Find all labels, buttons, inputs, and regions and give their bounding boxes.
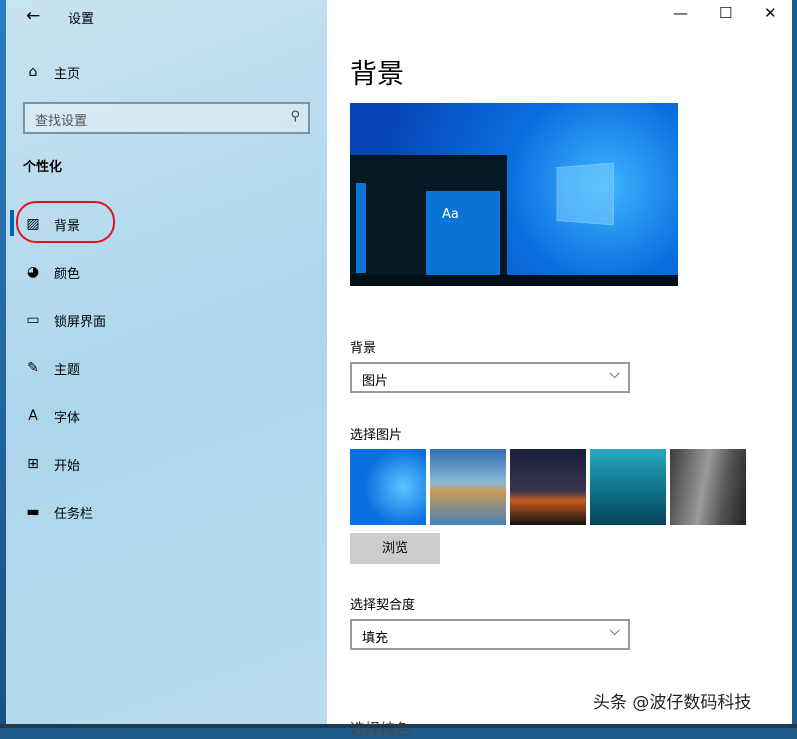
item-label: 背景 bbox=[54, 218, 81, 234]
picture-thumbnail[interactable] bbox=[430, 449, 506, 525]
sidebar-item-fonts[interactable]: A 字体 bbox=[22, 404, 80, 428]
close-button[interactable]: ✕ bbox=[764, 4, 777, 22]
item-label: 锁屏界面 bbox=[54, 314, 107, 330]
taskbar-edge bbox=[0, 724, 797, 728]
search-input[interactable]: 查找设置 ⚲ bbox=[23, 102, 310, 134]
fit-dropdown[interactable]: 填充 ⌵ bbox=[350, 619, 630, 650]
picture-icon: ▨ bbox=[26, 216, 40, 232]
picture-thumbnail[interactable] bbox=[510, 449, 586, 525]
sidebar-item-lockscreen[interactable]: ▭ 锁屏界面 bbox=[22, 308, 106, 332]
sidebar-item-background[interactable]: ▨ 背景 bbox=[22, 212, 80, 236]
dropdown-value: 图片 bbox=[362, 374, 389, 389]
page-title: 背景 bbox=[350, 59, 404, 90]
window-title: 设置 bbox=[68, 12, 95, 27]
background-preview: Aa bbox=[350, 103, 678, 286]
picture-thumbnail[interactable] bbox=[350, 449, 426, 525]
content-pane: — ☐ ✕ 背景 Aa 背景 图片 ⌵ 选择图片 浏览 选择契合度 填充 ⌵ 选择纯… bbox=[327, 0, 792, 738]
chevron-down-icon: ⌵ bbox=[609, 623, 620, 639]
dropdown-value: 填充 bbox=[362, 631, 389, 646]
item-label: 主题 bbox=[54, 362, 81, 378]
sidebar-item-home[interactable]: ⌂ 主页 bbox=[22, 60, 80, 84]
item-label: 字体 bbox=[54, 410, 81, 426]
watermark: 头条 @波仔数码科技 bbox=[593, 693, 752, 713]
solid-color-label: 选择纯色 bbox=[350, 720, 411, 738]
home-label: 主页 bbox=[54, 66, 81, 82]
preview-text: Aa bbox=[442, 207, 459, 222]
item-label: 开始 bbox=[54, 458, 81, 474]
window-edge bbox=[792, 0, 797, 728]
picture-thumbnail[interactable] bbox=[670, 449, 746, 525]
lockscreen-icon: ▭ bbox=[26, 312, 40, 328]
background-dropdown[interactable]: 图片 ⌵ bbox=[350, 362, 630, 393]
sidebar: ← 设置 ⌂ 主页 查找设置 ⚲ 个性化 ▨ 背景 ◕ 颜色 ▭ 锁屏界面 ✎ 主题 A 字体… bbox=[6, 0, 327, 728]
search-placeholder: 查找设置 bbox=[35, 114, 88, 129]
selection-indicator bbox=[10, 210, 14, 236]
windows-logo bbox=[556, 162, 614, 226]
home-icon: ⌂ bbox=[28, 64, 38, 80]
font-icon: A bbox=[28, 408, 38, 424]
choose-picture-label: 选择图片 bbox=[350, 428, 403, 443]
back-button[interactable]: ← bbox=[26, 6, 40, 26]
sidebar-item-colors[interactable]: ◕ 颜色 bbox=[22, 260, 80, 284]
minimize-button[interactable]: — bbox=[673, 4, 688, 22]
taskbar-icon: ▬ bbox=[26, 504, 40, 520]
browse-button[interactable]: 浏览 bbox=[350, 533, 440, 564]
theme-icon: ✎ bbox=[27, 360, 39, 376]
item-label: 颜色 bbox=[54, 266, 81, 282]
sidebar-item-start[interactable]: ⊞ 开始 bbox=[22, 452, 80, 476]
start-icon: ⊞ bbox=[27, 456, 39, 472]
background-label: 背景 bbox=[350, 341, 377, 356]
palette-icon: ◕ bbox=[26, 264, 40, 280]
section-title: 个性化 bbox=[23, 160, 63, 175]
item-label: 任务栏 bbox=[54, 506, 94, 522]
chevron-down-icon: ⌵ bbox=[609, 366, 620, 382]
picture-thumbnail[interactable] bbox=[590, 449, 666, 525]
search-icon[interactable]: ⚲ bbox=[290, 109, 300, 124]
sidebar-item-taskbar[interactable]: ▬ 任务栏 bbox=[22, 500, 93, 524]
sidebar-item-themes[interactable]: ✎ 主题 bbox=[22, 356, 80, 380]
maximize-button[interactable]: ☐ bbox=[719, 4, 732, 22]
start-menu-preview: Aa bbox=[350, 155, 507, 286]
fit-label: 选择契合度 bbox=[350, 598, 416, 613]
